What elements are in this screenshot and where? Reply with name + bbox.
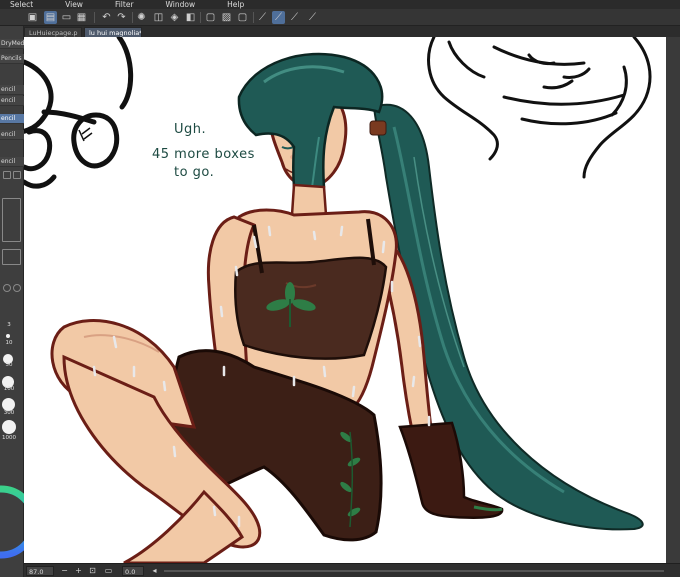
command-bar: ▣ ▤ ▭ ▦ ↶ ↷ ✺ ◫ ◈ ◧ ▢ ▨ ▢ ⟋ ⟋ ⟋ ⟋ (0, 9, 680, 26)
fill-icon[interactable]: ◧ (184, 11, 197, 24)
delete-icon[interactable] (13, 171, 21, 179)
lineart-fragment-left (24, 37, 134, 189)
tool-item-pencil-a[interactable]: encil (0, 85, 24, 95)
clock-icon[interactable] (3, 284, 11, 292)
hair-tie (369, 120, 387, 136)
zoom-field[interactable]: 87.0 (26, 566, 54, 576)
artwork (24, 37, 652, 563)
brush-setting-box[interactable] (2, 249, 21, 265)
scrollbar[interactable] (164, 570, 664, 572)
copy-icon[interactable] (3, 171, 11, 179)
tool-item-pencil-d[interactable]: encil (0, 130, 24, 140)
zoom-out-icon[interactable]: − (58, 564, 71, 577)
menu-help[interactable]: Help (227, 0, 244, 9)
color-wheel[interactable] (0, 482, 24, 562)
snap-special-ruler-icon[interactable]: ⟋ (272, 11, 285, 24)
tool-item-pencil-c[interactable]: encil (0, 114, 24, 124)
redo-icon[interactable]: ↷ (115, 11, 128, 24)
fit-icon[interactable]: ⊡ (86, 564, 99, 577)
menu-filter[interactable]: Filter (115, 0, 134, 9)
note-line-3: to go. (174, 165, 215, 180)
document-tab-bar: LuHuiecpage.p lu hui magnolia* × (24, 26, 680, 37)
wait-icon[interactable]: ✺ (135, 11, 148, 24)
tab-luhuiecpage[interactable]: LuHuiecpage.p (24, 27, 82, 37)
size-label-3[interactable]: 3 (1, 322, 17, 328)
tool-item-pencil-e[interactable]: encil (0, 157, 24, 167)
note-line-1: Ugh. (174, 122, 207, 137)
size-label-300[interactable]: 300 (1, 410, 17, 416)
menu-select[interactable]: Select (10, 0, 33, 9)
menu-bar: Select View Filter Window Help (0, 0, 680, 9)
status-bar: 87.0 − + ⊡ ▭ 0.0 ◂ (24, 563, 680, 577)
tool-item-drymedia[interactable]: DryMedi (0, 39, 24, 49)
brush-shape-preview (2, 198, 21, 242)
tool-panel: DryMedi Pencils encil encil encil encil … (0, 26, 24, 577)
select-all-icon[interactable]: ▢ (204, 11, 217, 24)
reset-icon[interactable] (13, 284, 21, 292)
drawing-canvas[interactable]: Ugh. 45 more boxes to go. (24, 37, 666, 563)
size-label-10[interactable]: 10 (1, 340, 17, 346)
actual-size-icon[interactable]: ▭ (102, 564, 115, 577)
crop-icon[interactable]: ▢ (236, 11, 249, 24)
save-disk-icon[interactable]: ▦ (75, 11, 88, 24)
size-label-1000[interactable]: 1000 (1, 435, 17, 441)
new-canvas-icon[interactable]: ▣ (26, 11, 39, 24)
hatch-marks (78, 127, 93, 142)
zoom-in-icon[interactable]: + (72, 564, 85, 577)
angle-field[interactable]: 0.0 (122, 566, 144, 576)
snap-ruler-icon[interactable]: ⟋ (256, 11, 269, 24)
deselect-icon[interactable]: ▨ (220, 11, 233, 24)
tab-label: lu hui magnolia* (89, 29, 142, 37)
save-icon[interactable]: ▤ (44, 11, 57, 24)
tool-item-pencil-b[interactable]: encil (0, 96, 24, 106)
lineart-fragment-right (427, 37, 652, 179)
tool-item-pencils[interactable]: Pencils (0, 54, 24, 64)
menu-view[interactable]: View (65, 0, 83, 9)
tab-label: LuHuiecpage.p (29, 29, 78, 37)
transform-icon[interactable]: ◫ (152, 11, 165, 24)
tab-lu-hui-magnolia[interactable]: lu hui magnolia* × (84, 27, 142, 37)
clear-icon[interactable]: ◈ (168, 11, 181, 24)
ruler-icon[interactable]: ⟋ (306, 11, 319, 24)
menu-window[interactable]: Window (166, 0, 196, 9)
canvas-gutter (666, 37, 680, 563)
size-dot-10[interactable] (6, 334, 10, 338)
neck (290, 183, 328, 217)
size-label-50[interactable]: 50 (1, 362, 17, 368)
rotate-left-icon[interactable]: ◂ (148, 564, 161, 577)
undo-icon[interactable]: ↶ (100, 11, 113, 24)
snap-grid-icon[interactable]: ⟋ (288, 11, 301, 24)
note-line-2: 45 more boxes (152, 147, 255, 162)
open-folder-icon[interactable]: ▭ (60, 11, 73, 24)
size-dot-1000[interactable] (2, 420, 16, 434)
size-label-100[interactable]: 100 (1, 386, 17, 392)
